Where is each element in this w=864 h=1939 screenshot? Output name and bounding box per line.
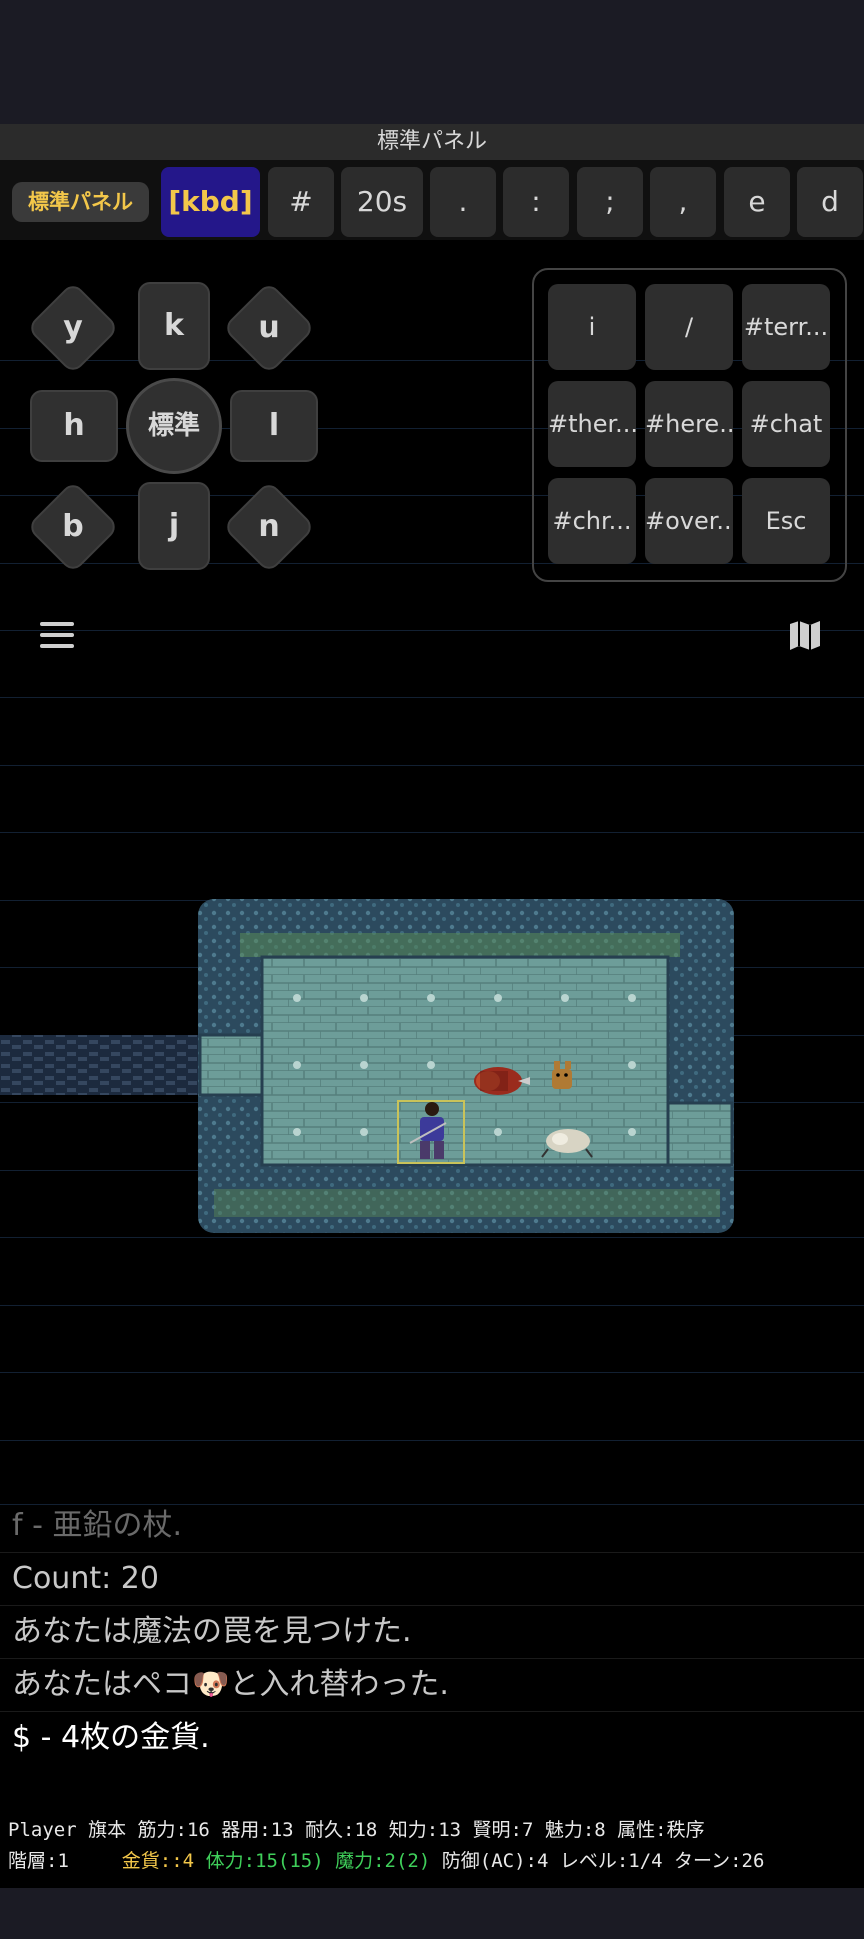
message-line: あなたは魔法の罠を見つけた. bbox=[0, 1606, 864, 1659]
therecmdmenu-key[interactable]: #ther... bbox=[548, 381, 636, 467]
whatis-key[interactable]: / bbox=[645, 284, 733, 370]
pw-value: 魔力:2(2) bbox=[335, 1850, 431, 1872]
grid-line bbox=[0, 832, 864, 833]
semicolon-key[interactable]: ; bbox=[577, 167, 643, 237]
east-doorway bbox=[666, 1101, 734, 1167]
message-log: f - 亜鉛の杖. Count: 20 あなたは魔法の罠を見つけた. あなたはペ… bbox=[0, 1500, 864, 1764]
terrain-key[interactable]: #terr... bbox=[742, 284, 830, 370]
dpad-y-label: y bbox=[63, 310, 83, 345]
grid-line bbox=[0, 1305, 864, 1306]
panel-title: 標準パネル bbox=[0, 124, 864, 160]
search-20s-key[interactable]: 20s bbox=[341, 167, 423, 237]
dpad-l-key[interactable]: l bbox=[230, 390, 318, 462]
west-doorway bbox=[198, 1033, 264, 1097]
status-panel: Player 旗本 筋力:16 器用:13 耐久:18 知力:13 賢明:7 魅… bbox=[0, 1815, 864, 1877]
grid-line bbox=[0, 1440, 864, 1441]
message-line-latest: $ - 4枚の金貨. bbox=[12, 1720, 210, 1755]
grid-line bbox=[0, 765, 864, 766]
dungeon-map bbox=[0, 899, 734, 1233]
message-line: Count: 20 bbox=[0, 1553, 864, 1606]
d-key[interactable]: d bbox=[797, 167, 863, 237]
grid-line bbox=[0, 630, 864, 631]
gold-value: 金貨::4 bbox=[121, 1850, 195, 1872]
chat-key[interactable]: #chat bbox=[742, 381, 830, 467]
overview-key[interactable]: #over... bbox=[645, 478, 733, 564]
grid-line bbox=[0, 697, 864, 698]
bottom-nav-bar bbox=[0, 1888, 864, 1939]
panel-mode-badge[interactable]: 標準パネル bbox=[12, 182, 149, 222]
wall-moss bbox=[214, 1189, 720, 1217]
grid-line bbox=[0, 1372, 864, 1373]
message-line: あなたはペコ🐶と入れ替わった. bbox=[0, 1659, 864, 1712]
status-line-vitals: 階層:1 金貨::4 体力:15(15) 魔力:2(2) 防御(AC):4 レベ… bbox=[0, 1846, 864, 1877]
top-system-bar bbox=[0, 0, 864, 124]
e-key[interactable]: e bbox=[724, 167, 790, 237]
herecmdmenu-key[interactable]: #here... bbox=[645, 381, 733, 467]
wall-moss bbox=[240, 933, 680, 957]
dpad-j-key[interactable]: j bbox=[138, 482, 210, 570]
hash-key[interactable]: # bbox=[268, 167, 334, 237]
dpad-h-key[interactable]: h bbox=[30, 390, 118, 462]
key-row: 標準パネル [kbd] # 20s . : ; , e d bbox=[0, 160, 864, 240]
hp-value: 体力:15(15) bbox=[205, 1850, 324, 1872]
misc-stats: 防御(AC):4 レベル:1/4 ターン:26 bbox=[441, 1850, 765, 1872]
grid-line bbox=[0, 1237, 864, 1238]
colon-key[interactable]: : bbox=[503, 167, 569, 237]
dark-corridor bbox=[0, 1035, 200, 1095]
dpad-k-key[interactable]: k bbox=[138, 282, 210, 370]
kbd-key[interactable]: [kbd] bbox=[161, 167, 260, 237]
dpad-b-label: b bbox=[62, 509, 84, 544]
dpad-center-key[interactable]: 標準 bbox=[126, 378, 222, 474]
escape-key[interactable]: Esc bbox=[742, 478, 830, 564]
comma-key[interactable]: , bbox=[650, 167, 716, 237]
depth-value: 階層:1 bbox=[8, 1850, 69, 1872]
message-line: f - 亜鉛の杖. bbox=[0, 1500, 864, 1553]
chronicle-key[interactable]: #chr... bbox=[548, 478, 636, 564]
hamburger-menu-icon[interactable] bbox=[40, 622, 74, 648]
status-line-attributes: Player 旗本 筋力:16 器用:13 耐久:18 知力:13 賢明:7 魅… bbox=[8, 1819, 705, 1841]
map-icon[interactable] bbox=[788, 618, 822, 652]
dpad-u-label: u bbox=[258, 310, 280, 345]
period-key[interactable]: . bbox=[430, 167, 496, 237]
dpad-n-label: n bbox=[258, 509, 280, 544]
inventory-key[interactable]: i bbox=[548, 284, 636, 370]
